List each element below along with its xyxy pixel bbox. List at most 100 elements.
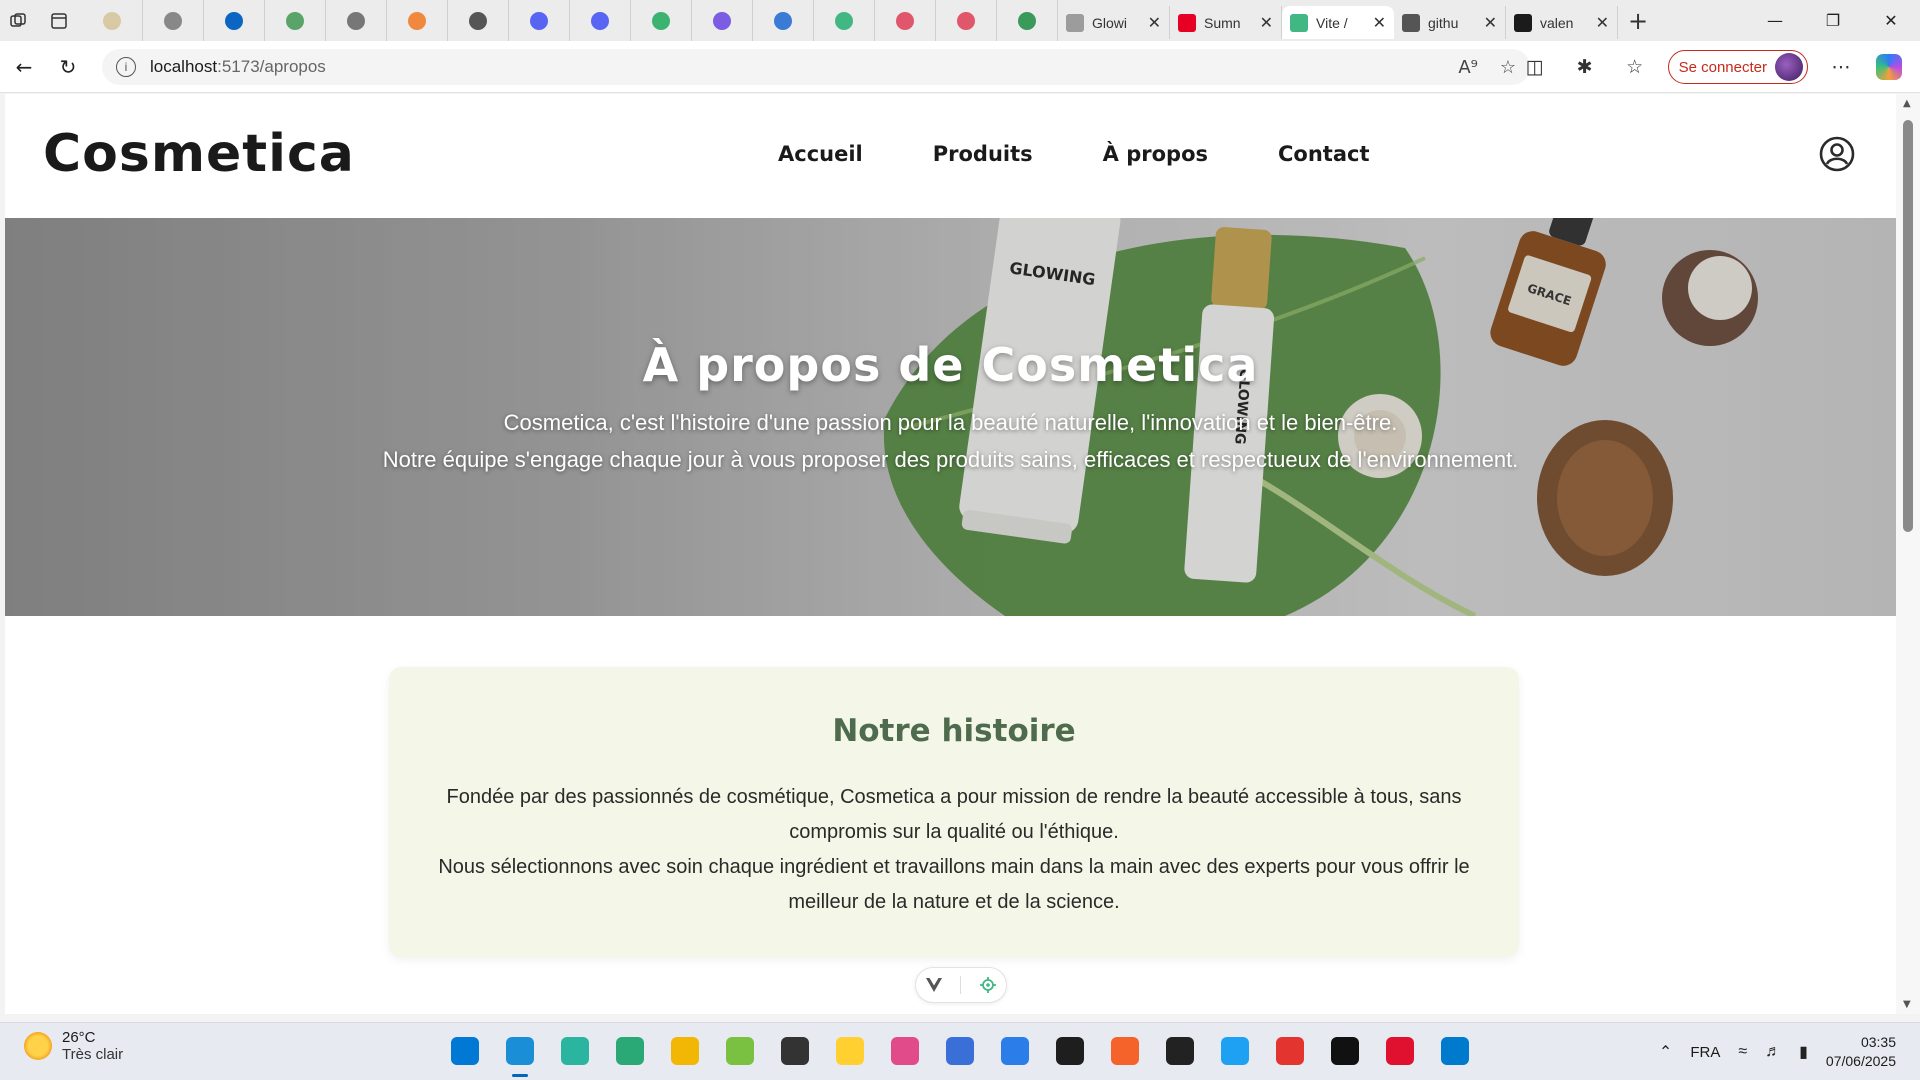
- close-tab-icon[interactable]: ✕: [1373, 13, 1386, 32]
- bird-app-icon[interactable]: [1215, 1031, 1255, 1071]
- circle-logo-icon: [164, 11, 182, 30]
- hero-text-line-2: Notre équipe s'engage chaque jour à vous…: [382, 447, 1519, 472]
- file-explorer-icon[interactable]: [665, 1031, 705, 1071]
- github-icon: [1514, 13, 1532, 32]
- site-logo[interactable]: Cosmetica: [43, 124, 355, 184]
- sign-in-button[interactable]: Se connecter: [1667, 50, 1808, 84]
- miro-icon[interactable]: [830, 1031, 870, 1071]
- linkedin-icon: [225, 11, 243, 30]
- address-bar[interactable]: i localhost:5173/apropos A⁹ ☆: [102, 49, 1530, 85]
- pinned-tab[interactable]: [570, 0, 631, 41]
- url-text[interactable]: localhost:5173/apropos: [150, 57, 326, 77]
- browser-tab[interactable]: githu ✕: [1394, 6, 1506, 39]
- chevron-up-icon[interactable]: ⌃: [1659, 1042, 1672, 1062]
- app-icon-glyph: [506, 1037, 534, 1065]
- split-screen-icon[interactable]: ◫: [1510, 56, 1560, 78]
- inspector-target-icon[interactable]: [979, 976, 997, 994]
- pinned-tab[interactable]: [753, 0, 814, 41]
- opera-icon[interactable]: [1380, 1031, 1420, 1071]
- whiteboard-icon[interactable]: [940, 1031, 980, 1071]
- copilot-icon[interactable]: [1876, 54, 1902, 80]
- story-text: Fondée par des passionnés de cosmétique,…: [417, 780, 1491, 920]
- vue-devtools-toggle[interactable]: [915, 967, 1007, 1003]
- app-icon-glyph: [836, 1037, 864, 1065]
- clock[interactable]: 03:35 07/06/2025: [1826, 1033, 1896, 1071]
- close-tab-icon[interactable]: ✕: [1596, 13, 1609, 32]
- browser-tab[interactable]: Vite / ✕: [1282, 6, 1394, 39]
- gem-app-icon[interactable]: [885, 1031, 925, 1071]
- w-app-icon[interactable]: [1325, 1031, 1365, 1071]
- app-icon-glyph: [946, 1037, 974, 1065]
- nav-contact[interactable]: Contact: [1278, 142, 1370, 166]
- browser-tab[interactable]: valen ✕: [1506, 6, 1618, 39]
- pinned-tab[interactable]: [82, 0, 143, 41]
- pinned-tab[interactable]: [936, 0, 997, 41]
- pinned-tab[interactable]: [814, 0, 875, 41]
- pinned-tab[interactable]: [448, 0, 509, 41]
- close-tab-icon[interactable]: ✕: [1484, 13, 1497, 32]
- app-icon-glyph: [1441, 1037, 1469, 1065]
- todo-icon[interactable]: [995, 1031, 1035, 1071]
- youtube-icon: [896, 11, 914, 30]
- close-tab-icon[interactable]: ✕: [1260, 13, 1273, 32]
- favorites-icon[interactable]: ☆: [1610, 56, 1660, 78]
- battery-icon[interactable]: ▮: [1799, 1042, 1808, 1062]
- edge-icon[interactable]: [500, 1031, 540, 1077]
- pinned-tab[interactable]: [387, 0, 448, 41]
- wps-icon[interactable]: [1270, 1031, 1310, 1071]
- cloud-app-icon[interactable]: [720, 1031, 760, 1071]
- input-language[interactable]: FRA: [1690, 1044, 1720, 1061]
- devtool-divider: [960, 976, 962, 994]
- nav-produits[interactable]: Produits: [933, 142, 1033, 166]
- minimize-button[interactable]: —: [1746, 0, 1804, 41]
- pinned-tab[interactable]: [875, 0, 936, 41]
- pinned-tab[interactable]: [143, 0, 204, 41]
- leaf-icon: [1018, 11, 1036, 30]
- nav-accueil[interactable]: Accueil: [778, 142, 863, 166]
- close-tab-icon[interactable]: ✕: [1148, 13, 1161, 32]
- pinned-tab[interactable]: [265, 0, 326, 41]
- windows-start-icon[interactable]: [445, 1031, 485, 1071]
- wifi-icon[interactable]: ≈: [1738, 1043, 1747, 1061]
- nav-a-propos[interactable]: À propos: [1103, 142, 1208, 166]
- affinity-icon[interactable]: [1160, 1031, 1200, 1071]
- pinned-tab[interactable]: [997, 0, 1058, 41]
- extensions-icon[interactable]: ✱: [1560, 56, 1610, 78]
- workspaces-icon[interactable]: [0, 0, 36, 41]
- new-tab-button[interactable]: +: [1618, 0, 1658, 41]
- volume-icon[interactable]: ♬: [1765, 1043, 1781, 1061]
- more-menu-icon[interactable]: ⋯: [1816, 56, 1866, 78]
- pen-app-icon[interactable]: [1105, 1031, 1145, 1071]
- back-button[interactable]: ←: [2, 49, 46, 85]
- user-account-icon[interactable]: [1819, 136, 1855, 172]
- vscode-icon[interactable]: [1435, 1031, 1475, 1071]
- pinned-tab[interactable]: [692, 0, 753, 41]
- scroll-down-arrow-icon[interactable]: ▼: [1903, 999, 1911, 1010]
- diamond-icon: [408, 11, 426, 30]
- scroll-up-arrow-icon[interactable]: ▲: [1903, 98, 1911, 109]
- app-icon-glyph: [726, 1037, 754, 1065]
- maximize-button[interactable]: ❐: [1804, 0, 1862, 41]
- scrollbar-thumb[interactable]: [1903, 120, 1913, 532]
- app-icon-glyph: [1166, 1037, 1194, 1065]
- diamond-app-icon[interactable]: [610, 1031, 650, 1071]
- pinned-tab[interactable]: [509, 0, 570, 41]
- page-scrollbar[interactable]: ▲ ▼: [1896, 94, 1920, 1014]
- calendar-app-icon[interactable]: [775, 1031, 815, 1071]
- sun-moon-icon: [24, 1032, 52, 1060]
- pinned-tab[interactable]: [326, 0, 387, 41]
- reload-button[interactable]: ↻: [46, 49, 90, 85]
- app-icon-glyph: [616, 1037, 644, 1065]
- browser-tab[interactable]: Sumn ✕: [1170, 6, 1282, 39]
- browser-tab[interactable]: Glowi ✕: [1058, 6, 1170, 39]
- pinned-tab[interactable]: [631, 0, 692, 41]
- weather-widget[interactable]: 26°C Très clair: [24, 1029, 123, 1063]
- edge-dev-icon[interactable]: [555, 1031, 595, 1071]
- read-aloud-icon[interactable]: A⁹: [1458, 57, 1478, 78]
- figma-icon[interactable]: [1050, 1031, 1090, 1071]
- site-info-icon[interactable]: i: [116, 57, 136, 77]
- tab-actions-icon[interactable]: [36, 0, 82, 41]
- pinned-tab[interactable]: [204, 0, 265, 41]
- close-window-button[interactable]: ✕: [1862, 0, 1920, 41]
- c-logo-icon: [774, 11, 792, 30]
